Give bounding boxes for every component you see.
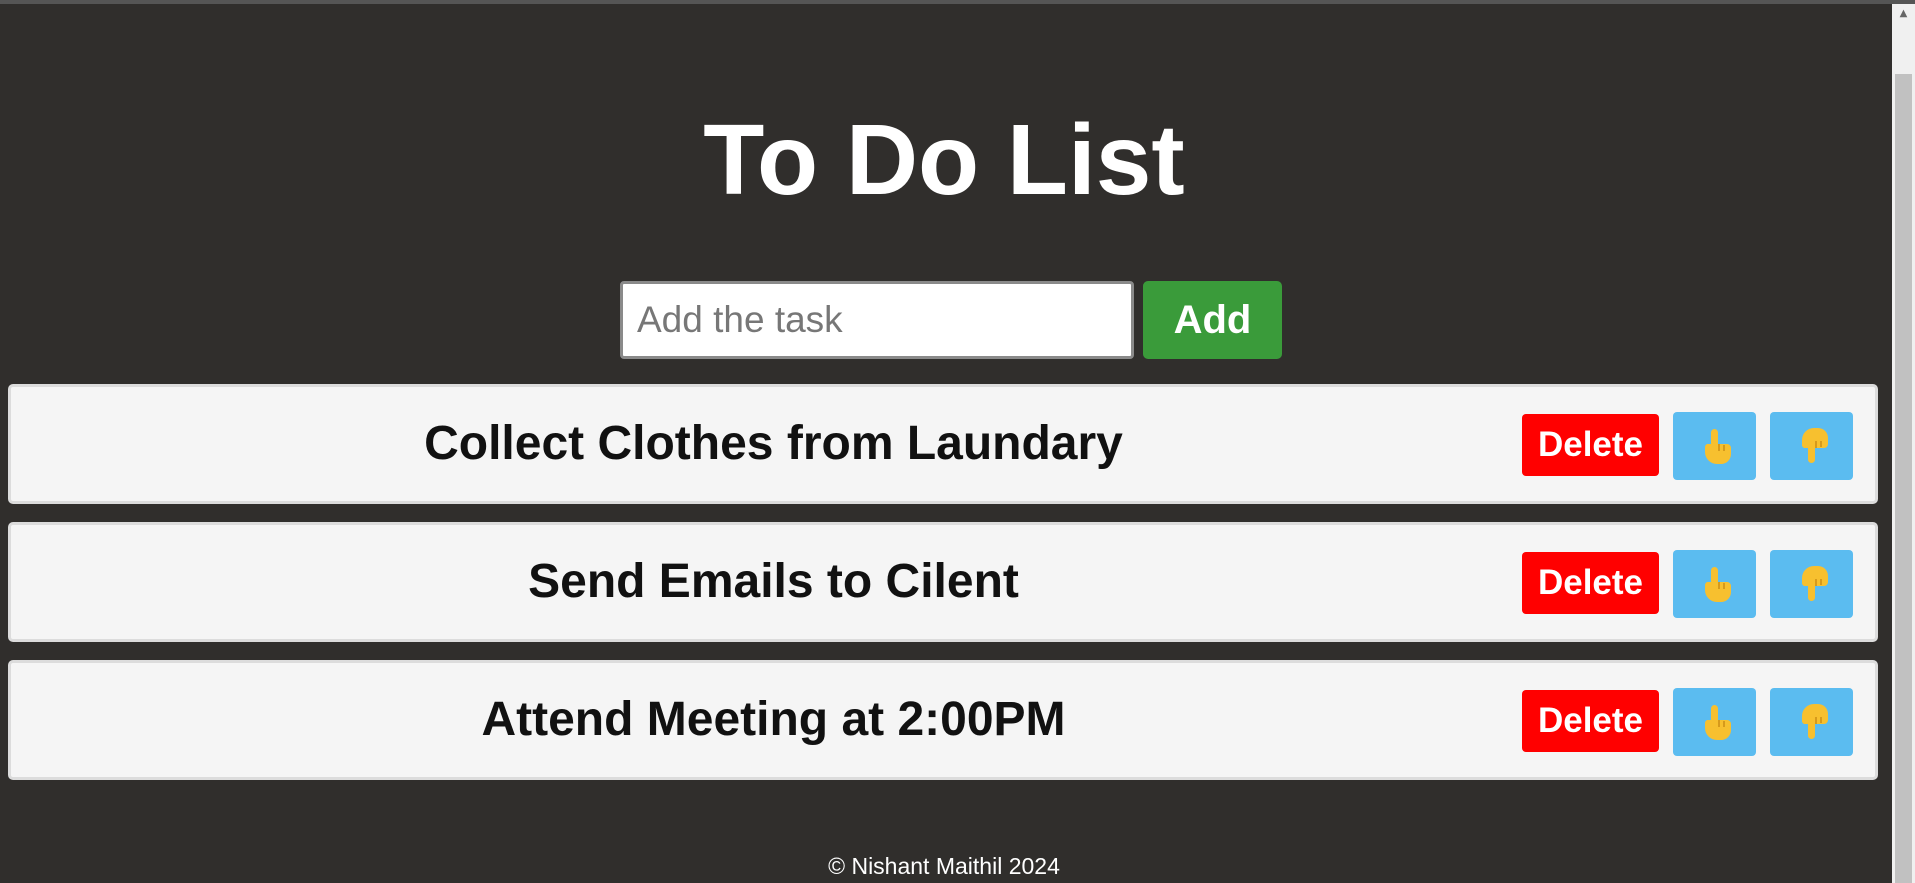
task-item: Attend Meeting at 2:00PM Delete xyxy=(8,660,1878,780)
vertical-scrollbar[interactable]: ▲ xyxy=(1892,4,1915,883)
task-text: Attend Meeting at 2:00PM xyxy=(481,693,1066,746)
scrollbar-thumb[interactable] xyxy=(1895,74,1912,883)
move-up-button[interactable] xyxy=(1673,688,1756,756)
task-list: Collect Clothes from Laundary Delete Sen… xyxy=(8,384,1878,798)
move-down-button[interactable] xyxy=(1770,688,1853,756)
delete-button[interactable]: Delete xyxy=(1522,552,1659,614)
hand-pointing-up-icon xyxy=(1704,429,1731,464)
hand-pointing-down-icon xyxy=(1801,566,1828,601)
move-down-button[interactable] xyxy=(1770,412,1853,480)
task-text: Send Emails to Cilent xyxy=(528,555,1019,608)
move-up-button[interactable] xyxy=(1673,412,1756,480)
hand-pointing-up-icon xyxy=(1704,705,1731,740)
page-title: To Do List xyxy=(703,104,1185,216)
main-content: To Do List Add Collect Clothes from Laun… xyxy=(0,0,1892,883)
task-item: Send Emails to Cilent Delete xyxy=(8,522,1878,642)
move-down-button[interactable] xyxy=(1770,550,1853,618)
delete-button[interactable]: Delete xyxy=(1522,414,1659,476)
task-item: Collect Clothes from Laundary Delete xyxy=(8,384,1878,504)
move-up-button[interactable] xyxy=(1673,550,1756,618)
task-actions: Delete xyxy=(1522,412,1853,480)
task-input[interactable] xyxy=(620,281,1134,359)
footer-copyright: © Nishant Maithil 2024 xyxy=(828,853,1060,879)
scroll-up-arrow-icon[interactable]: ▲ xyxy=(1892,4,1915,22)
hand-pointing-down-icon xyxy=(1801,428,1828,463)
task-actions: Delete xyxy=(1522,550,1853,618)
add-task-form: Add xyxy=(620,281,1282,359)
page: To Do List Add Collect Clothes from Laun… xyxy=(0,0,1915,883)
hand-pointing-down-icon xyxy=(1801,704,1828,739)
add-button[interactable]: Add xyxy=(1143,281,1282,359)
hand-pointing-up-icon xyxy=(1704,567,1731,602)
task-actions: Delete xyxy=(1522,688,1853,756)
delete-button[interactable]: Delete xyxy=(1522,690,1659,752)
task-text: Collect Clothes from Laundary xyxy=(424,417,1123,470)
